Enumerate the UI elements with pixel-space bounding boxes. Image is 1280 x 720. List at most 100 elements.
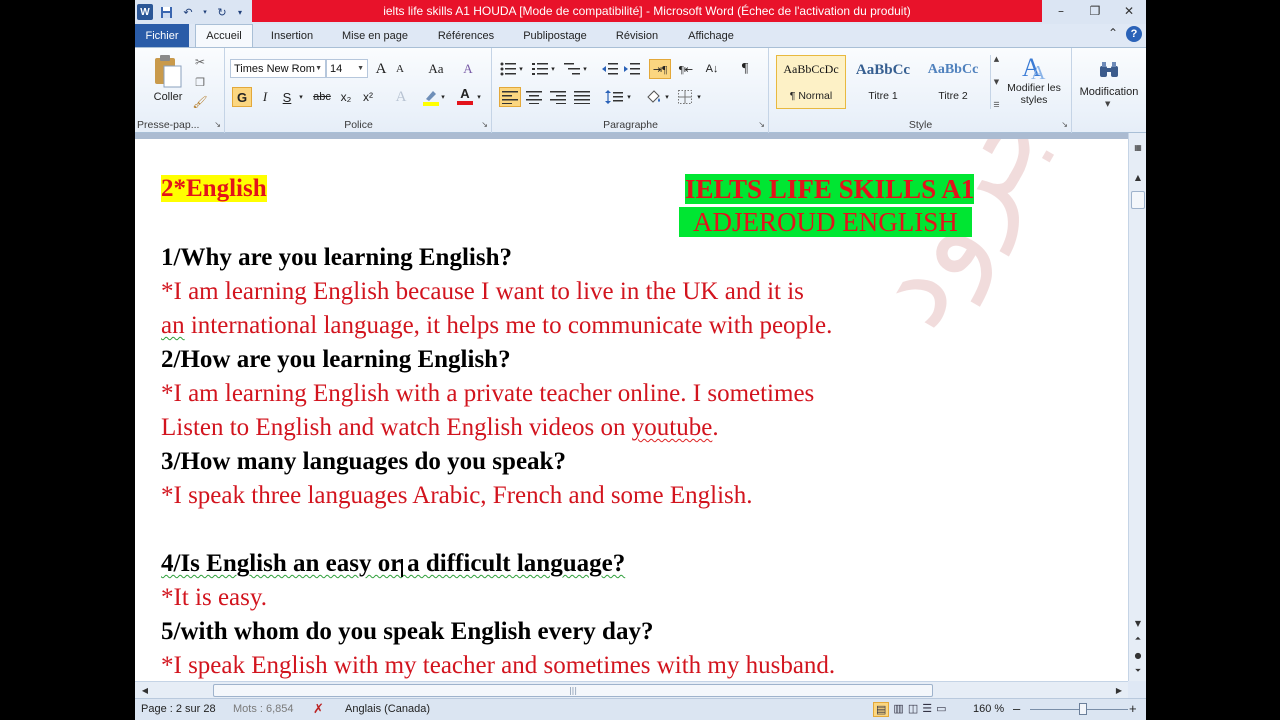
document-page[interactable]: الأستاذة عجرود 2*English IELTS LIFE SKIL… xyxy=(135,139,1128,681)
copy-icon[interactable]: ❐ xyxy=(191,72,209,92)
ltr-direction-button[interactable]: ⇥¶ xyxy=(649,59,671,79)
sort-icon[interactable]: A↓ xyxy=(701,59,723,79)
line-spacing-icon[interactable] xyxy=(603,87,625,107)
horizontal-scrollbar[interactable]: ◀ ||| ▶ xyxy=(135,681,1128,698)
tab-references[interactable]: Références xyxy=(425,24,507,47)
redo-icon[interactable]: ↻ xyxy=(213,3,231,21)
increase-indent-icon[interactable] xyxy=(623,59,641,79)
next-page-icon[interactable]: ⏷ xyxy=(1130,663,1146,679)
tab-affichage[interactable]: Affichage xyxy=(675,24,747,47)
language-indicator[interactable]: Anglais (Canada) xyxy=(345,703,430,715)
paste-icon[interactable] xyxy=(151,54,183,88)
scroll-up-icon[interactable]: ▲ xyxy=(994,55,999,63)
chevron-down-icon[interactable]: ▾ xyxy=(549,59,557,79)
undo-dropdown-icon[interactable]: ▾ xyxy=(201,3,209,21)
paste-button[interactable]: Coller xyxy=(149,87,187,107)
word-count[interactable]: Mots : 6,854 xyxy=(233,703,294,715)
chevron-down-icon[interactable]: ▾ xyxy=(474,87,484,107)
ruler-toggle-icon[interactable]: ▦ xyxy=(1130,139,1146,155)
italic-button[interactable]: I xyxy=(256,87,274,107)
full-screen-view-icon[interactable]: ▥ xyxy=(893,702,903,717)
justify-icon[interactable] xyxy=(571,87,593,107)
paragraph-launcher-icon[interactable]: ↘ xyxy=(758,120,765,129)
subscript-button[interactable]: x₂ xyxy=(336,87,356,107)
vertical-scrollbar[interactable]: ▦ ▲ ▼ ⏶ ● ⏷ xyxy=(1128,133,1146,681)
web-layout-view-icon[interactable]: ◫ xyxy=(908,702,918,717)
tab-revision[interactable]: Révision xyxy=(605,24,669,47)
chevron-down-icon[interactable]: ▾ xyxy=(438,87,448,107)
font-name-combo[interactable]: Times New Rom ▼ xyxy=(230,59,326,78)
bullets-icon[interactable] xyxy=(499,59,517,79)
grow-font-button[interactable]: A xyxy=(372,59,390,79)
font-color-button[interactable]: A xyxy=(456,85,474,107)
previous-page-icon[interactable]: ⏶ xyxy=(1130,631,1146,647)
shading-icon[interactable] xyxy=(643,87,665,107)
shrink-font-button[interactable]: A xyxy=(392,59,408,79)
outline-view-icon[interactable]: ☰ xyxy=(922,702,932,717)
chevron-down-icon[interactable]: ▾ xyxy=(625,87,633,107)
draft-view-icon[interactable]: ▭ xyxy=(936,702,946,717)
font-size-combo[interactable]: 14 ▼ xyxy=(326,59,368,78)
gallery-more-icon[interactable]: ☰ xyxy=(993,101,999,109)
scroll-down-icon[interactable]: ▼ xyxy=(1130,615,1146,631)
underline-button[interactable]: S xyxy=(278,87,296,107)
zoom-level[interactable]: 160 % xyxy=(973,703,1004,715)
scroll-down-icon[interactable]: ▼ xyxy=(994,78,999,86)
page-count[interactable]: Page : 2 sur 28 xyxy=(141,703,216,715)
rtl-direction-button[interactable]: ¶⇤ xyxy=(675,59,697,79)
format-painter-icon[interactable]: 🖌 xyxy=(191,92,209,112)
style-titre-1[interactable]: AaBbCc Titre 1 xyxy=(848,55,918,109)
multilevel-list-icon[interactable] xyxy=(563,59,581,79)
maximize-button[interactable]: ❐ xyxy=(1078,0,1112,22)
clipboard-launcher-icon[interactable]: ↘ xyxy=(214,120,221,129)
style-gallery-scroll[interactable]: ▲ ▼ ☰ xyxy=(990,55,1002,109)
borders-icon[interactable] xyxy=(675,87,695,107)
zoom-in-button[interactable]: + xyxy=(1129,701,1137,716)
browse-object-icon[interactable]: ● xyxy=(1130,647,1146,663)
styles-launcher-icon[interactable]: ↘ xyxy=(1061,120,1068,129)
style-titre-2[interactable]: AaBbCc Titre 2 xyxy=(918,55,988,109)
decrease-indent-icon[interactable] xyxy=(601,59,619,79)
text-effects-icon[interactable]: A xyxy=(390,87,412,107)
tab-mise-en-page[interactable]: Mise en page xyxy=(331,24,419,47)
minimize-ribbon-icon[interactable]: ⌃ xyxy=(1108,26,1118,42)
chevron-down-icon[interactable]: ▾ xyxy=(663,87,671,107)
tab-insertion[interactable]: Insertion xyxy=(259,24,325,47)
chevron-down-icon[interactable]: ▾ xyxy=(296,87,306,107)
cut-icon[interactable]: ✂ xyxy=(191,52,209,72)
scroll-right-icon[interactable]: ▶ xyxy=(1111,682,1127,698)
strikethrough-button[interactable]: abc xyxy=(310,87,334,107)
customize-qat-icon[interactable]: ▾ xyxy=(235,3,245,21)
chevron-down-icon[interactable]: ▾ xyxy=(695,87,703,107)
change-styles-button[interactable]: AA Modifier les styles xyxy=(1006,52,1062,112)
document-area[interactable]: الأستاذة عجرود 2*English IELTS LIFE SKIL… xyxy=(135,133,1146,681)
chevron-down-icon[interactable]: ▾ xyxy=(517,59,525,79)
zoom-slider-knob[interactable] xyxy=(1079,703,1087,715)
numbering-icon[interactable] xyxy=(531,59,549,79)
scroll-left-icon[interactable]: ◀ xyxy=(137,682,153,698)
tab-accueil[interactable]: Accueil xyxy=(195,24,253,47)
show-formatting-button[interactable]: ¶ xyxy=(735,59,755,79)
superscript-button[interactable]: x² xyxy=(358,87,378,107)
word-app-icon[interactable]: W xyxy=(137,4,153,20)
zoom-out-button[interactable]: – xyxy=(1013,701,1020,716)
save-icon[interactable] xyxy=(157,3,175,21)
help-icon[interactable]: ? xyxy=(1126,26,1142,42)
undo-icon[interactable]: ↶ xyxy=(179,3,197,21)
scroll-up-icon[interactable]: ▲ xyxy=(1130,169,1146,185)
font-launcher-icon[interactable]: ↘ xyxy=(481,120,488,129)
tab-publipostage[interactable]: Publipostage xyxy=(511,24,599,47)
proofing-icon[interactable]: ✗ xyxy=(313,701,324,717)
change-case-button[interactable]: Aa xyxy=(424,59,448,79)
align-right-icon[interactable] xyxy=(547,87,569,107)
group-editing[interactable]: Modification ▼ xyxy=(1073,48,1145,133)
print-layout-view-icon[interactable]: ▤ xyxy=(873,702,890,717)
vertical-scroll-thumb[interactable] xyxy=(1131,191,1145,209)
close-button[interactable]: ✕ xyxy=(1112,0,1146,22)
horizontal-scroll-thumb[interactable]: ||| xyxy=(213,684,933,697)
clear-formatting-button[interactable]: A xyxy=(458,59,478,79)
align-left-icon[interactable] xyxy=(499,87,521,107)
style-normal[interactable]: AaBbCcDc ¶ Normal xyxy=(776,55,846,109)
minimize-button[interactable]: – xyxy=(1044,0,1078,22)
chevron-down-icon[interactable]: ▾ xyxy=(581,59,589,79)
